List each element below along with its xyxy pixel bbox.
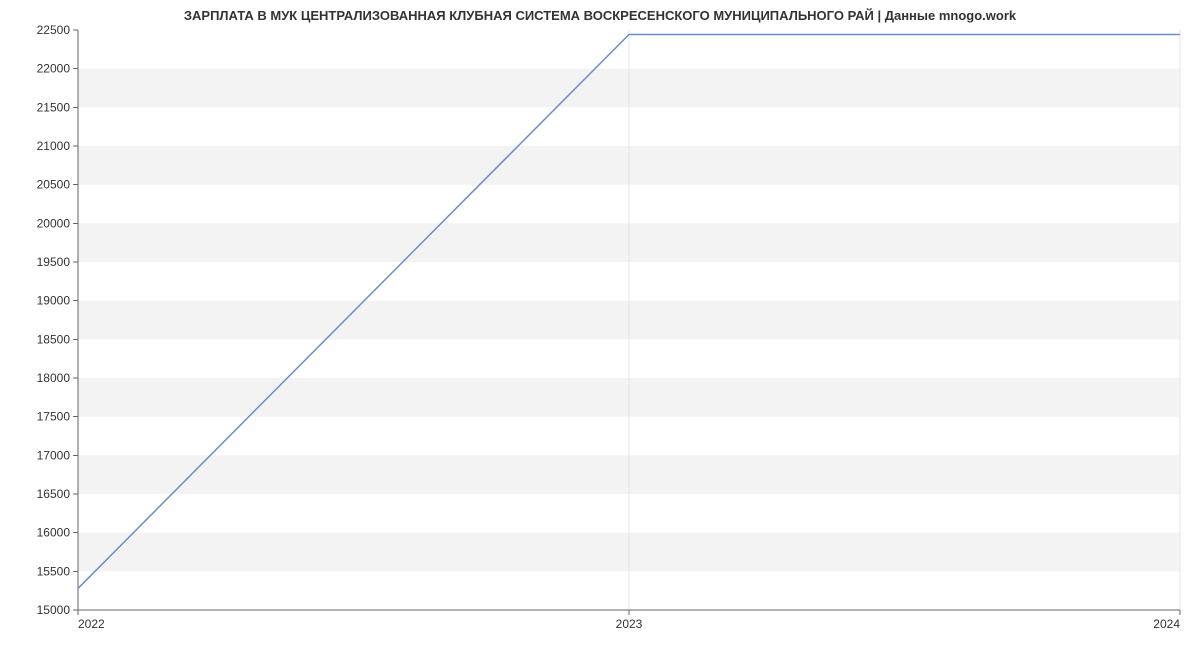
x-tick-label: 2024	[1153, 617, 1180, 631]
y-tick-label: 20500	[37, 178, 71, 192]
chart-svg: 15000 15500 16000 16500 17000 17500 18000 18500…	[0, 0, 1200, 650]
chart-container: ЗАРПЛАТА В МУК ЦЕНТРАЛИЗОВАННАЯ КЛУБНАЯ …	[0, 0, 1200, 650]
chart-title: ЗАРПЛАТА В МУК ЦЕНТРАЛИЗОВАННАЯ КЛУБНАЯ …	[0, 8, 1200, 23]
x-tick-label: 2023	[616, 617, 643, 631]
y-tick-label: 22500	[37, 23, 71, 37]
y-tick-label: 16500	[37, 487, 71, 501]
y-tick-label: 15000	[37, 603, 71, 617]
y-tick-label: 16000	[37, 526, 71, 540]
y-tick-label: 21000	[37, 139, 71, 153]
y-tick-label: 21500	[37, 100, 71, 114]
y-tick-label: 17500	[37, 410, 71, 424]
y-tick-label: 19500	[37, 255, 71, 269]
x-tick-label: 2022	[78, 617, 105, 631]
y-tick-label: 17000	[37, 448, 71, 462]
y-tick-label: 20000	[37, 216, 71, 230]
y-tick-label: 18000	[37, 371, 71, 385]
y-tick-label: 15500	[37, 564, 71, 578]
y-tick-label: 18500	[37, 332, 71, 346]
y-tick-label: 22000	[37, 62, 71, 76]
y-tick-label: 19000	[37, 294, 71, 308]
